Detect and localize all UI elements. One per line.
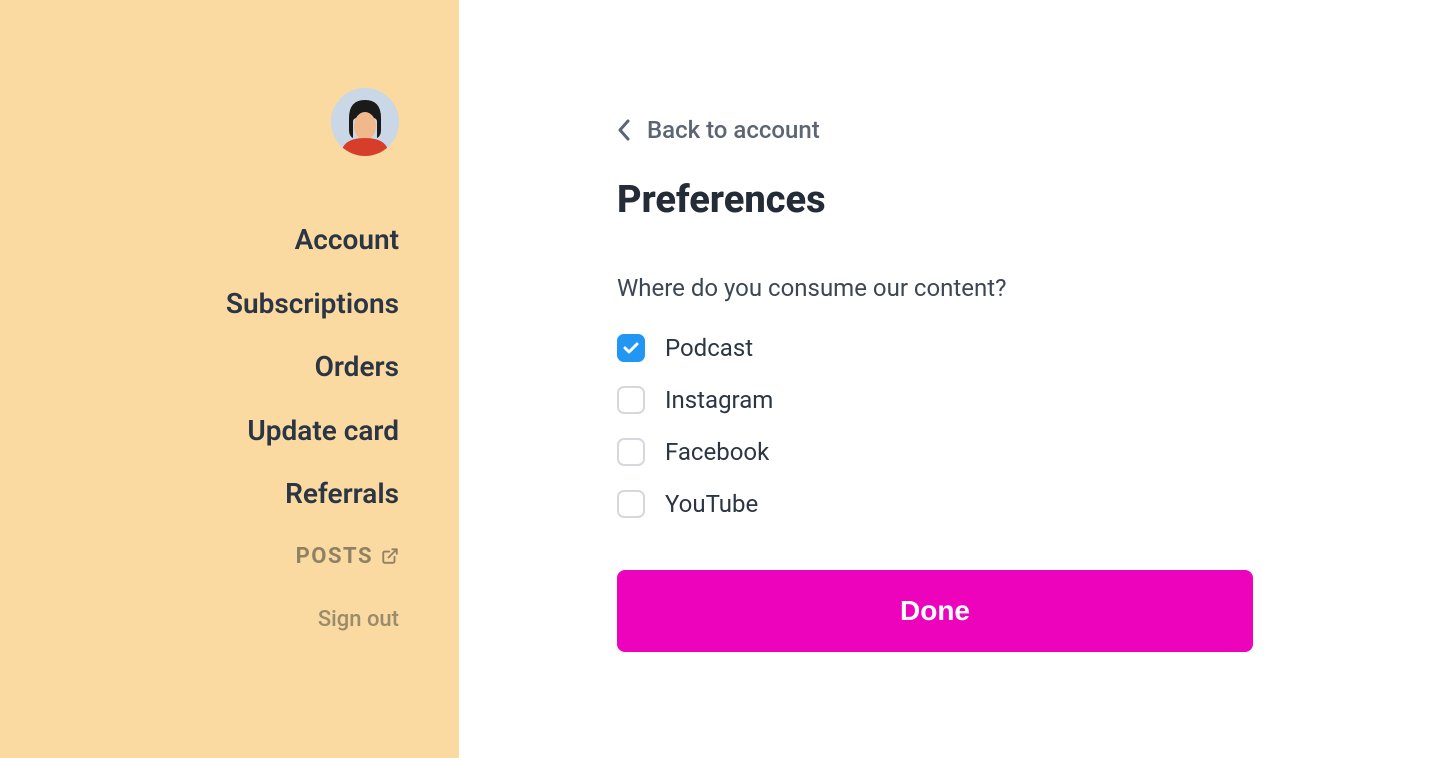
sidebar-item-orders[interactable]: Orders [315, 343, 399, 391]
sidebar-nav: Account Subscriptions Orders Update card… [226, 216, 399, 569]
option-label: YouTube [665, 490, 758, 518]
options-group: Podcast Instagram Facebook YouTube [617, 334, 1380, 518]
done-button[interactable]: Done [617, 570, 1253, 652]
back-to-account-link[interactable]: Back to account [617, 116, 1380, 144]
external-link-icon [381, 547, 399, 565]
sidebar-item-account[interactable]: Account [295, 216, 399, 264]
sign-out-link[interactable]: Sign out [318, 607, 399, 632]
check-icon [623, 341, 639, 355]
chevron-left-icon [617, 119, 631, 141]
back-link-label: Back to account [647, 116, 820, 144]
checkbox-youtube[interactable] [617, 490, 645, 518]
sidebar-item-posts[interactable]: POSTS [296, 544, 399, 569]
posts-label: POSTS [296, 544, 373, 569]
option-label: Podcast [665, 334, 753, 362]
option-instagram[interactable]: Instagram [617, 386, 1380, 414]
option-youtube[interactable]: YouTube [617, 490, 1380, 518]
checkbox-facebook[interactable] [617, 438, 645, 466]
checkbox-podcast[interactable] [617, 334, 645, 362]
option-podcast[interactable]: Podcast [617, 334, 1380, 362]
option-label: Instagram [665, 386, 773, 414]
sidebar: Account Subscriptions Orders Update card… [0, 0, 459, 758]
sidebar-item-subscriptions[interactable]: Subscriptions [226, 280, 399, 328]
sidebar-item-referrals[interactable]: Referrals [285, 470, 399, 518]
sidebar-item-update-card[interactable]: Update card [247, 407, 399, 455]
option-facebook[interactable]: Facebook [617, 438, 1380, 466]
question-label: Where do you consume our content? [617, 274, 1380, 302]
main-content: Back to account Preferences Where do you… [459, 0, 1440, 758]
avatar[interactable] [331, 88, 399, 156]
option-label: Facebook [665, 438, 769, 466]
checkbox-instagram[interactable] [617, 386, 645, 414]
page-title: Preferences [617, 178, 1380, 222]
